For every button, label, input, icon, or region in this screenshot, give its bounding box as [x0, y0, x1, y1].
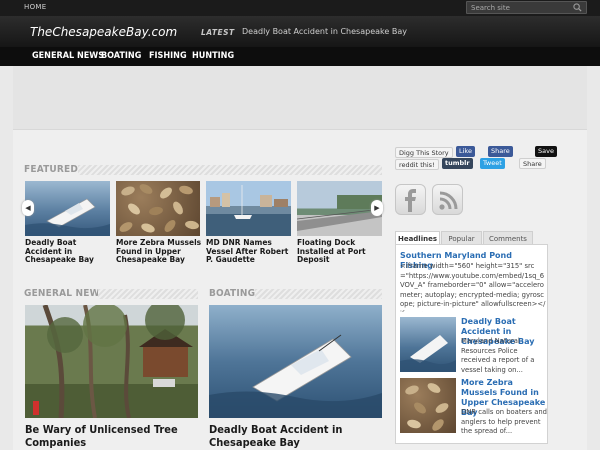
- general-news-heading: GENERAL NEWS: [24, 288, 107, 299]
- reddit-button[interactable]: reddit this!: [395, 159, 439, 170]
- digg-button[interactable]: Digg This Story: [395, 147, 453, 158]
- save-button[interactable]: Save: [535, 146, 557, 157]
- reddit-label: reddit this!: [399, 161, 435, 169]
- search-input[interactable]: [471, 3, 571, 13]
- fb-share-label: Share: [491, 147, 510, 155]
- rss-icon[interactable]: [432, 184, 463, 215]
- digg-label: Digg This Story: [399, 149, 449, 157]
- featured-caption-4[interactable]: Floating Dock Installed at Port Deposit: [297, 238, 383, 265]
- nav-general-news[interactable]: GENERAL NEWS: [32, 51, 104, 61]
- search-box[interactable]: [466, 1, 587, 14]
- search-icon[interactable]: [573, 3, 582, 12]
- nav-hunting[interactable]: HUNTING: [192, 51, 234, 61]
- sidebar-story-2-excerpt: DNR calls on boaters and anglers to help…: [461, 408, 547, 435]
- featured-heading: FEATURED: [24, 164, 79, 175]
- sidebar-thumb-mussels[interactable]: [400, 378, 456, 433]
- vk-share-button[interactable]: Share: [519, 158, 546, 169]
- save-label: Save: [538, 147, 554, 155]
- carousel-next-button[interactable]: ▶: [371, 200, 383, 216]
- fb-like-label: Like: [459, 147, 472, 155]
- featured-image-dock[interactable]: [297, 181, 382, 236]
- carousel-prev-button[interactable]: ◀: [22, 200, 34, 216]
- top-bar: HOME: [0, 0, 600, 16]
- sidebar-thumb-boat[interactable]: [400, 317, 456, 372]
- featured-caption-1[interactable]: Deadly Boat Accident in Chesapeake Bay: [25, 238, 113, 265]
- featured-divider: [78, 165, 382, 175]
- featured-image-mussels[interactable]: [116, 181, 200, 236]
- fb-like-button[interactable]: Like: [456, 146, 475, 157]
- tumblr-label: tumblr: [445, 159, 470, 167]
- featured-image-harbor[interactable]: [206, 181, 291, 236]
- home-link[interactable]: HOME: [24, 3, 46, 11]
- nav-boating[interactable]: BOATING: [101, 51, 141, 61]
- nav-fishing[interactable]: FISHING: [149, 51, 187, 61]
- vk-share-label: Share: [523, 160, 542, 168]
- general-news-image[interactable]: [25, 305, 198, 418]
- featured-caption-3[interactable]: MD DNR Names Vessel After Robert P. Gaud…: [206, 238, 292, 265]
- fb-share-button[interactable]: Share: [488, 146, 513, 157]
- tweet-button[interactable]: Tweet: [480, 158, 505, 169]
- site-header: TheChesapeakeBay.com LATEST Deadly Boat …: [0, 16, 600, 47]
- tab-comments[interactable]: Comments: [483, 231, 533, 245]
- tab-popular[interactable]: Popular: [441, 231, 482, 245]
- general-news-caption[interactable]: Be Wary of Unlicensed Tree Companies: [25, 423, 200, 449]
- sidebar-story-1-excerpt: Maryland Natural Resources Police receiv…: [461, 337, 535, 374]
- boating-divider: [255, 289, 382, 299]
- site-logo[interactable]: TheChesapeakeBay.com: [30, 25, 177, 39]
- facebook-icon[interactable]: [395, 184, 426, 215]
- boating-heading: BOATING: [209, 288, 256, 299]
- latest-label: LATEST: [201, 28, 235, 37]
- featured-image-boat[interactable]: [25, 181, 110, 236]
- boating-caption[interactable]: Deadly Boat Accident in Chesapeake Bay: [209, 423, 384, 449]
- top-story-excerpt-box: <iframe width="560" height="315" src="ht…: [400, 262, 546, 312]
- main-nav: GENERAL NEWS BOATING FISHING HUNTING: [0, 47, 600, 66]
- general-news-divider: [98, 289, 198, 299]
- top-story-excerpt: <iframe width="560" height="315" src="ht…: [400, 262, 546, 312]
- tumblr-button[interactable]: tumblr: [442, 158, 473, 169]
- latest-headline[interactable]: Deadly Boat Accident in Chesapeake Bay: [242, 27, 407, 36]
- tab-headlines[interactable]: Headlines: [395, 231, 440, 245]
- ad-banner-area: [13, 66, 587, 130]
- featured-caption-2[interactable]: More Zebra Mussels Found in Upper Chesap…: [116, 238, 202, 265]
- boating-image[interactable]: [209, 305, 382, 418]
- tweet-label: Tweet: [483, 159, 502, 167]
